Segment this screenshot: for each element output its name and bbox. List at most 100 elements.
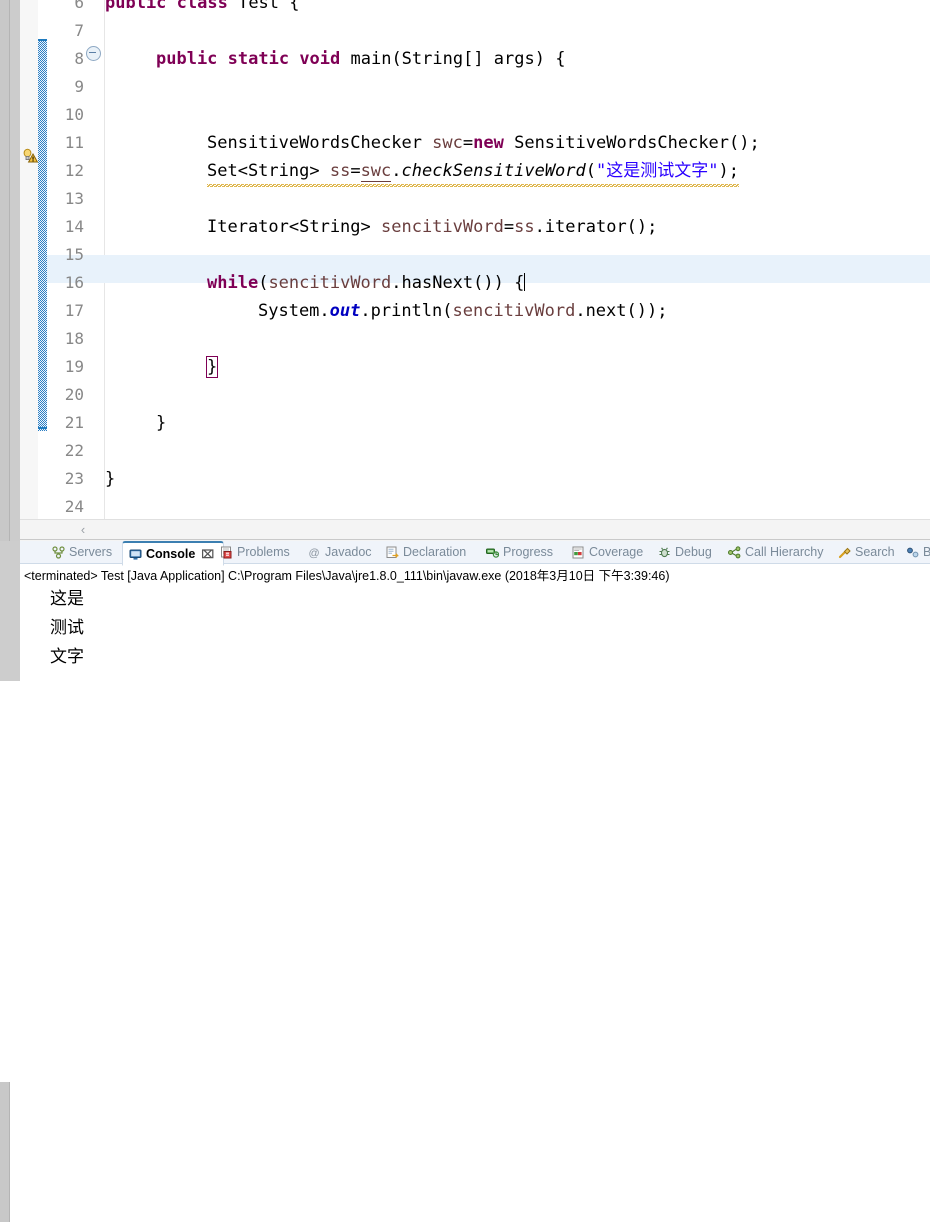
tab-servers[interactable]: Servers [46, 541, 134, 563]
code-token: sencitivWord [452, 301, 576, 321]
code-line[interactable]: while(sencitivWord.hasNext()) { [207, 269, 526, 297]
code-token: swc [432, 133, 463, 153]
code-line[interactable]: } [105, 465, 115, 493]
java-source-editor[interactable]: 6 public class Test {7 8 public static void… [20, 0, 930, 519]
line-number: 9 [74, 77, 84, 96]
code-token: System. [258, 301, 330, 321]
tab-coverage[interactable]: Coverage [566, 541, 664, 563]
javadoc-icon: @ [308, 546, 321, 559]
code-token: Test { [238, 0, 300, 13]
line-number: 14 [64, 217, 84, 236]
line-number: 16 [64, 273, 84, 292]
tab-label: Servers [69, 545, 113, 559]
tab-label: Progress [503, 545, 554, 559]
code-line[interactable]: Set<String> ss=swc.checkSensitiveWord("这… [207, 157, 739, 189]
tab-console[interactable]: Console ⌧ [122, 541, 224, 566]
tab-breakp[interactable]: Breakp [900, 541, 930, 563]
code-line[interactable]: } [156, 409, 166, 437]
editor-annotation-ruler[interactable] [20, 0, 39, 519]
line-number: 21 [64, 413, 84, 432]
method-range-indicator-end [38, 427, 47, 429]
line-number: 12 [64, 161, 84, 180]
code-token: sencitivWord [381, 217, 504, 237]
code-token: .println( [360, 301, 453, 321]
fold-collapse-icon[interactable] [86, 46, 101, 61]
code-token: ); [718, 161, 739, 181]
line-number: 6 [74, 0, 84, 12]
code-token: ss [514, 217, 535, 237]
call-hierarchy-icon [728, 545, 741, 559]
tab-label: Console [146, 547, 196, 561]
console-output[interactable]: 这是 测试 文字 [20, 585, 930, 681]
line-number: 19 [64, 357, 84, 376]
tab-progress[interactable]: Progress [480, 541, 578, 563]
line-number: 22 [64, 441, 84, 460]
line-number: 24 [64, 497, 84, 516]
problems-icon [220, 546, 233, 559]
code-token: main(String[] args) { [350, 49, 566, 69]
code-token: public [156, 49, 228, 69]
code-token: public [105, 0, 177, 13]
close-icon[interactable]: ⌧ [201, 548, 214, 561]
code-token: ( [585, 161, 597, 181]
line-number: 23 [64, 469, 84, 488]
line-number: 18 [64, 329, 84, 348]
method-range-indicator [38, 39, 47, 431]
code-token: static [227, 49, 300, 69]
console-output-line: 测试 [50, 618, 84, 638]
code-token: .iterator(); [534, 217, 658, 237]
editor-horizontal-scrollbar[interactable]: ‹ [20, 519, 930, 541]
code-token: Set<String> [207, 161, 330, 181]
code-token: SensitiveWordsChecker [207, 133, 433, 153]
code-token: swc [360, 161, 392, 182]
scroll-left-arrow-icon[interactable]: ‹ [76, 523, 90, 537]
servers-icon [52, 545, 65, 559]
code-token: . [391, 161, 402, 181]
console-output-line: 文字 [50, 647, 84, 667]
code-token: ss [329, 161, 351, 181]
console-icon [129, 548, 142, 561]
left-workbench-strip [0, 0, 20, 541]
code-line[interactable]: SensitiveWordsChecker swc=new SensitiveW… [207, 129, 760, 157]
code-token: } [205, 356, 219, 378]
console-output-line: 这是 [50, 589, 84, 609]
line-number: 11 [64, 133, 84, 152]
left-workbench-strip-edge [0, 0, 10, 541]
line-number: 10 [64, 105, 84, 124]
code-line[interactable]: public static void main(String[] args) { [156, 45, 565, 73]
svg-text:@: @ [309, 547, 320, 559]
code-token: .hasNext()) { [391, 273, 525, 293]
code-token: sencitivWord [268, 273, 392, 293]
code-token: } [105, 469, 116, 489]
search-icon [838, 546, 851, 559]
text-caret [524, 273, 526, 291]
code-line[interactable]: Iterator<String> sencitivWord=ss.iterato… [207, 213, 657, 241]
line-number: 17 [64, 301, 84, 320]
tab-javadoc[interactable]: @ Javadoc [302, 541, 392, 563]
view-tab-bar[interactable]: Servers Console ⌧ Problems @ Javadoc Declarati… [20, 541, 930, 566]
code-token: .next()); [575, 301, 668, 321]
code-token: checkSensitiveWord [401, 161, 586, 181]
code-token: ( [258, 273, 269, 293]
code-token: = [503, 217, 515, 237]
code-token: while [207, 273, 259, 293]
breakpoints-icon [906, 546, 919, 559]
code-token: out [329, 301, 361, 321]
tab-declaration[interactable]: Declaration [380, 541, 492, 563]
code-token: } [156, 413, 167, 433]
line-number: 15 [64, 245, 84, 264]
eclipse-ide-window: 6 public class Test {7 8 public static void… [0, 0, 930, 1222]
code-line[interactable]: System.out.println(sencitivWord.next()); [258, 297, 667, 325]
tab-call-hierarchy[interactable]: Call Hierarchy [722, 541, 844, 563]
warning-marker-icon[interactable] [22, 148, 39, 164]
tab-label: Call Hierarchy [745, 545, 824, 559]
tab-problems[interactable]: Problems [214, 541, 314, 563]
line-number: 7 [74, 21, 84, 40]
left-workbench-strip-lower-edge [0, 1082, 10, 1222]
line-number: 13 [64, 189, 84, 208]
debug-icon [658, 546, 671, 559]
tab-label: Debug [675, 545, 712, 559]
code-line[interactable]: public class Test { [105, 0, 300, 17]
code-token: Iterator<String> [207, 217, 381, 237]
code-line[interactable]: } [205, 353, 219, 381]
